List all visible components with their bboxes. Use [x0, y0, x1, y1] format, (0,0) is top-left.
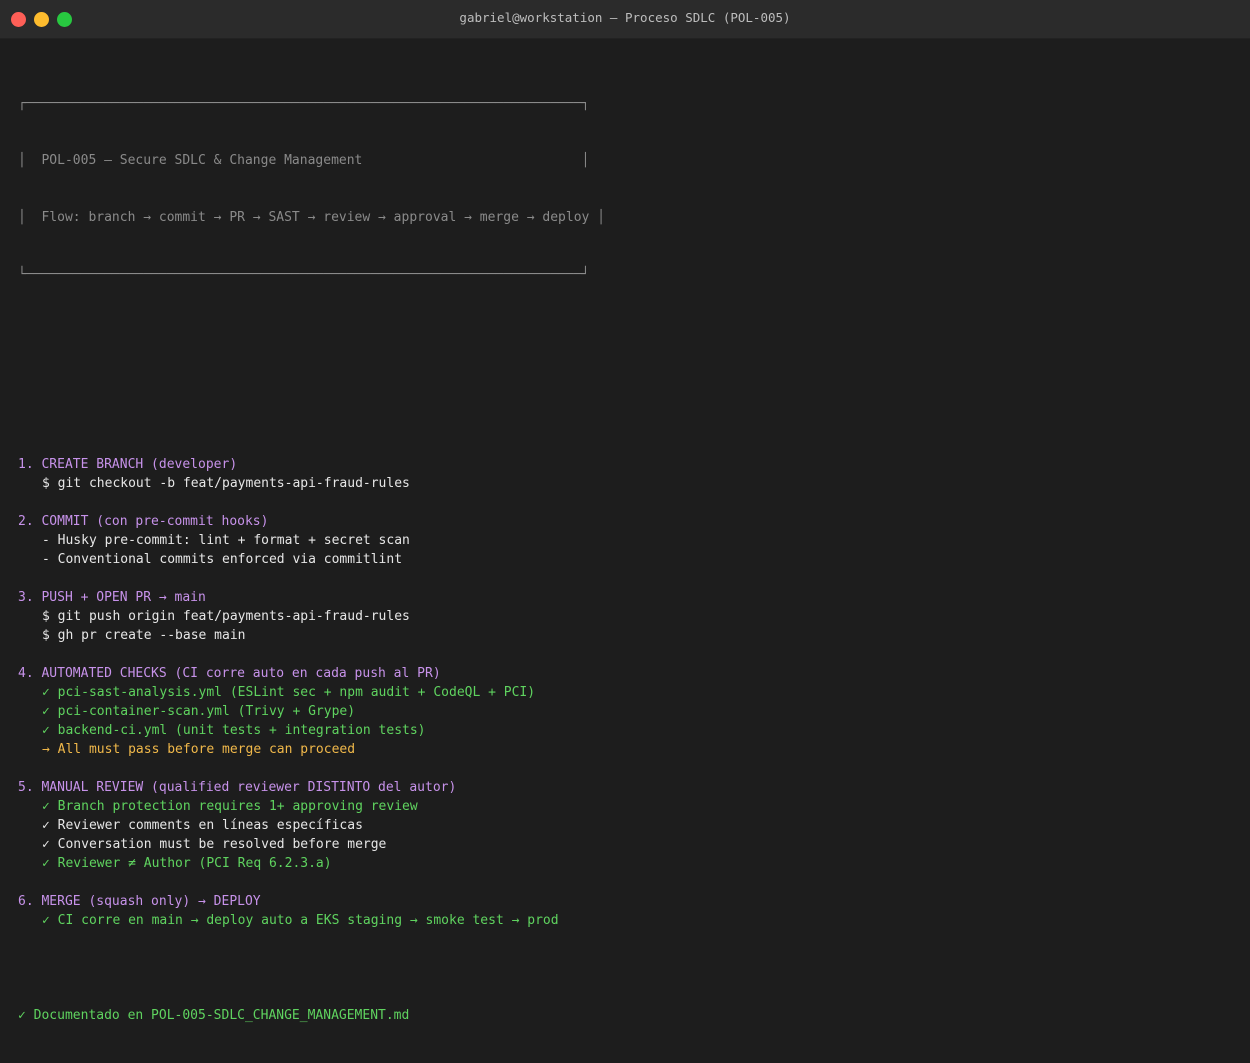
step-detail-line: ✓ pci-sast-analysis.yml (ESLint sec + np… [42, 685, 536, 700]
step-detail-line: ✓ Reviewer ≠ Author (PCI Req 6.2.3.a) [42, 856, 332, 871]
step-detail-line: $ git checkout -b feat/payments-api-frau… [42, 476, 410, 491]
window-title: gabriel@workstation — Proceso SDLC (POL-… [459, 10, 791, 25]
step-detail-line: ✓ backend-ci.yml (unit tests + integrati… [42, 723, 426, 738]
steps-list: 1. CREATE BRANCH (developer) $ git checko… [18, 455, 1240, 949]
banner-top-border: ┌───────────────────────────────────────… [18, 96, 590, 111]
step-detail-line: ✓ CI corre en main → deploy auto a EKS s… [42, 913, 559, 928]
step-detail-line: → All must pass before merge can proceed [42, 742, 356, 757]
step-detail-line: ✓ pci-container-scan.yml (Trivy + Grype) [42, 704, 356, 719]
terminal-window: gabriel@workstation — Proceso SDLC (POL-… [0, 0, 1250, 1023]
banner-flow-line: │ Flow: branch → commit → PR → SAST → re… [18, 210, 605, 225]
step-heading: 2. COMMIT (con pre-commit hooks) [18, 514, 269, 529]
step-detail-line: ✓ Branch protection requires 1+ approvin… [42, 799, 418, 814]
terminal-output[interactable]: ┌───────────────────────────────────────… [18, 56, 1240, 1063]
banner-title-line: │ POL-005 — Secure SDLC & Change Managem… [18, 153, 590, 168]
step-heading: 6. MERGE (squash only) → DEPLOY [18, 894, 261, 909]
footer-line: ✓ Documentado en POL-005-SDLC_CHANGE_MAN… [18, 1008, 410, 1023]
step-heading: 1. CREATE BRANCH (developer) [18, 457, 238, 472]
step-detail-line: $ gh pr create --base main [42, 628, 246, 643]
step-detail-line: - Conventional commits enforced via comm… [42, 552, 403, 567]
step-heading: 5. MANUAL REVIEW (qualified reviewer DIS… [18, 780, 457, 795]
step-heading: 4. AUTOMATED CHECKS (CI corre auto en ca… [18, 666, 441, 681]
step-detail-line: ✓ Conversation must be resolved before m… [42, 837, 387, 852]
step-heading: 3. PUSH + OPEN PR → main [18, 590, 206, 605]
step-detail-line: ✓ Reviewer comments en líneas específica… [42, 818, 363, 833]
title-bar: gabriel@workstation — Proceso SDLC (POL-… [0, 0, 1250, 39]
step-detail-line: $ git push origin feat/payments-api-frau… [42, 609, 410, 624]
step-detail-line: - Husky pre-commit: lint + format + secr… [42, 533, 410, 548]
banner-bottom-border: └───────────────────────────────────────… [18, 267, 590, 282]
